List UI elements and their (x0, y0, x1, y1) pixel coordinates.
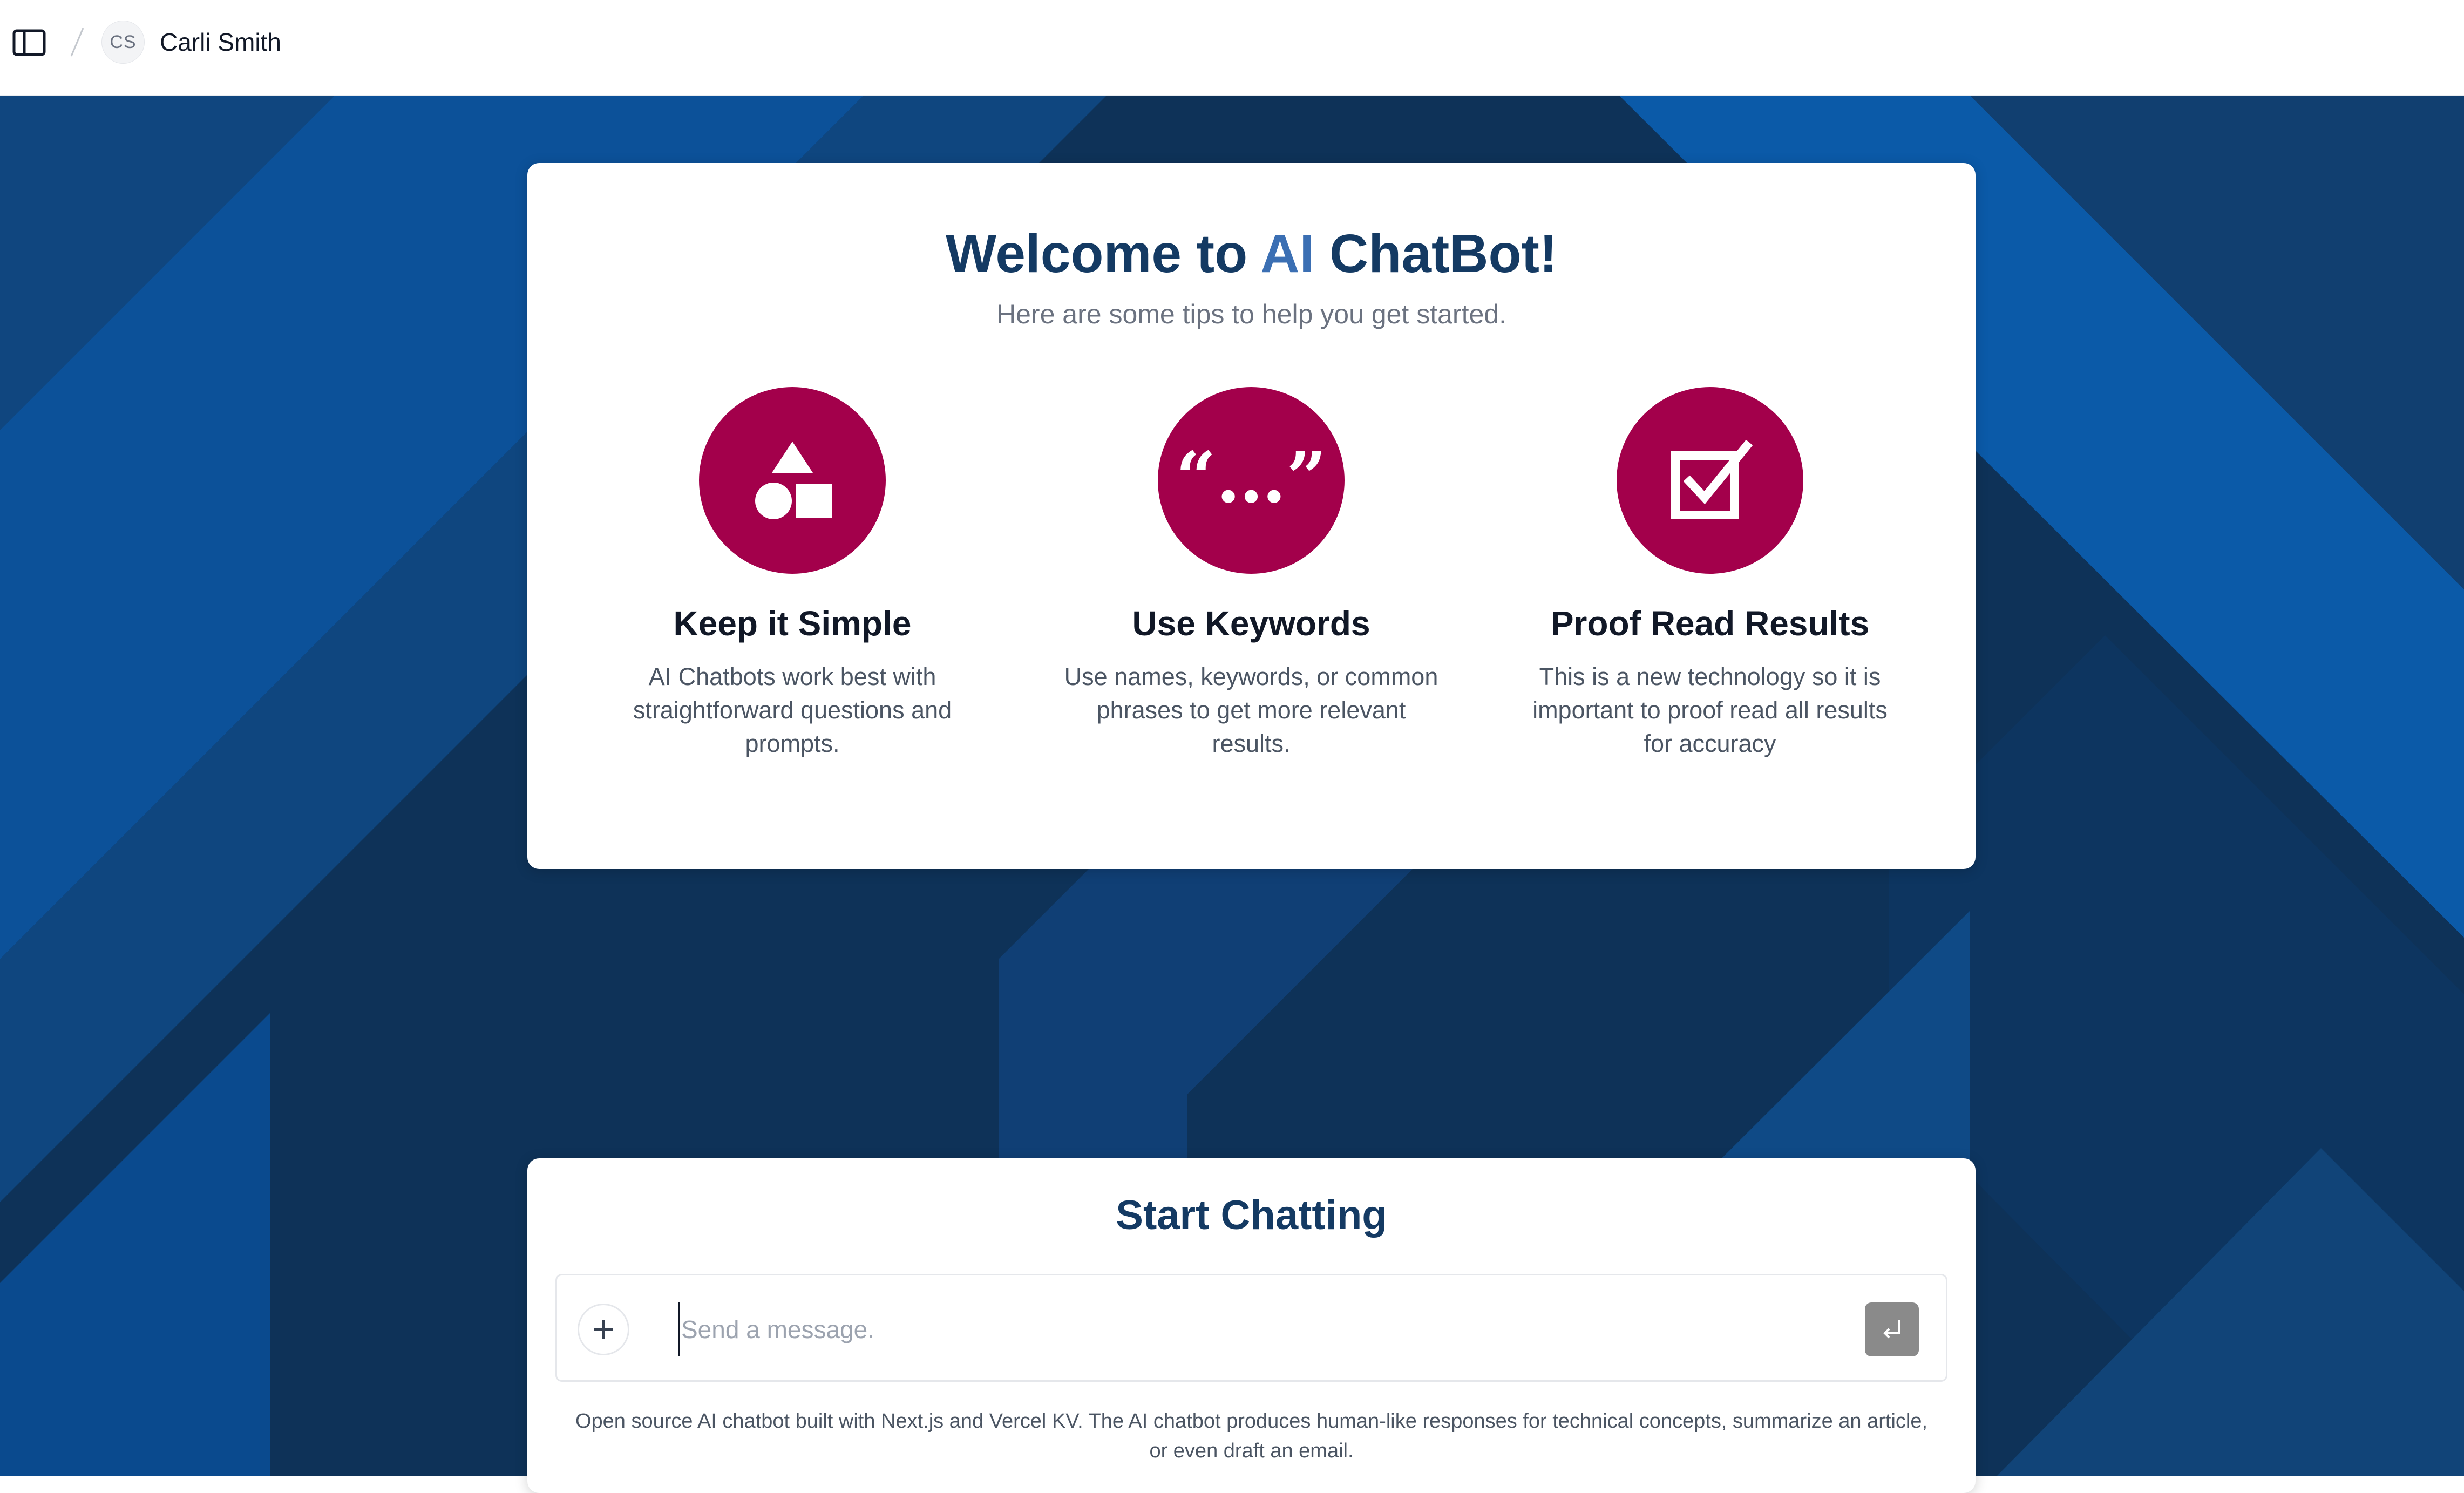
shapes-icon (755, 442, 832, 519)
avatar[interactable]: CS (101, 21, 145, 64)
sidebar-panel-icon (12, 29, 46, 56)
sidebar-toggle-button[interactable] (11, 29, 47, 57)
footer-disclaimer: Open source AI chatbot built with Next.j… (575, 1410, 1928, 1462)
tip-description: AI Chatbots work best with straightforwa… (633, 663, 952, 757)
quote-marks-icon: “…” (1176, 448, 1327, 513)
svg-text:“…”: “…” (1176, 448, 1327, 513)
tip-title: Use Keywords (1132, 604, 1370, 643)
tip-title: Proof Read Results (1550, 604, 1870, 643)
welcome-title-ai: AI (1260, 223, 1315, 284)
welcome-title: Welcome to AI ChatBot! (527, 221, 1976, 286)
welcome-subtitle: Here are some tips to help you get start… (996, 299, 1506, 329)
send-button[interactable] (1865, 1302, 1919, 1356)
message-input[interactable] (678, 1302, 1812, 1356)
welcome-title-suffix: ChatBot! (1314, 223, 1558, 284)
tip-icon-circle (1617, 387, 1803, 574)
welcome-card: Welcome to AI ChatBot! Here are some tip… (527, 163, 1976, 869)
welcome-title-prefix: Welcome to (945, 223, 1261, 284)
checkbox-check-icon (1671, 439, 1753, 519)
plus-icon (594, 1320, 613, 1339)
avatar-initials: CS (110, 31, 137, 52)
top-header: CS Carli Smith (0, 0, 2464, 96)
enter-return-icon (1883, 1320, 1900, 1339)
chat-title: Start Chatting (1116, 1192, 1387, 1238)
tip-icon-circle: “…” (1158, 387, 1345, 574)
tip-proof-read: Proof Read Results This is a new technol… (1505, 387, 1915, 761)
user-name[interactable]: Carli Smith (160, 27, 281, 57)
tip-description: This is a new technology so it is import… (1532, 663, 1888, 757)
tip-keep-it-simple: Keep it Simple AI Chatbots work best wit… (587, 387, 997, 761)
tip-use-keywords: “…” Use Keywords Use names, keywords, or… (1046, 387, 1456, 761)
chat-panel: Start Chatting Open source AI chatbot bu… (527, 1158, 1976, 1493)
new-chat-button[interactable] (578, 1304, 629, 1355)
breadcrumb-separator (69, 23, 85, 61)
tip-title: Keep it Simple (673, 604, 912, 643)
message-composer (555, 1274, 1947, 1382)
tip-description: Use names, keywords, or common phrases t… (1064, 663, 1438, 757)
tip-icon-circle (699, 387, 886, 574)
